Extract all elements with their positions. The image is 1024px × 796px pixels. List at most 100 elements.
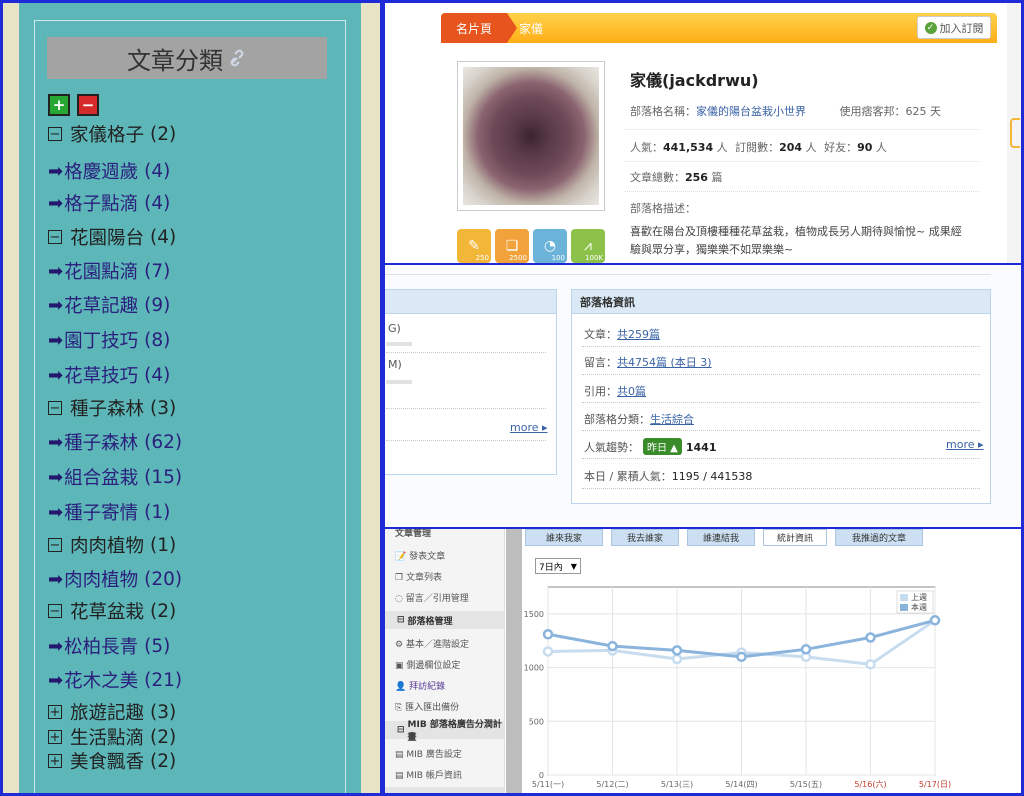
rss-badge-icon[interactable]: ◔ 100: [533, 229, 567, 263]
series-point: [865, 632, 876, 643]
category-item[interactable]: ➡ 花草記趣 (9): [48, 292, 170, 318]
category-group[interactable]: − 家儀格子 (2): [48, 121, 176, 147]
category-group[interactable]: + 生活點滴 (2): [48, 724, 176, 750]
category-label: 生活點滴: [70, 728, 145, 749]
category-link[interactable]: 生活綜合: [650, 413, 694, 426]
category-item[interactable]: ➡ 花木之美 (21): [48, 667, 182, 693]
popularity-badge-icon[interactable]: ⩘ 100K: [571, 229, 605, 263]
category-label: 旅遊記趣: [70, 703, 145, 724]
y-tick-label: 1000: [524, 664, 544, 673]
collapse-all-button[interactable]: −: [77, 94, 99, 116]
collapse-icon[interactable]: −: [48, 127, 62, 141]
comments-link[interactable]: 共4754篇 (本日 3): [617, 356, 712, 369]
legend-label: 上週: [911, 593, 927, 602]
category-group[interactable]: + 旅遊記趣 (3): [48, 699, 176, 725]
expand-icon[interactable]: +: [48, 730, 62, 744]
desc-label: 部落格描述：: [630, 202, 696, 215]
expand-icon[interactable]: +: [48, 754, 62, 768]
category-title-text: 文章分類: [127, 46, 223, 75]
series-point: [542, 646, 554, 657]
category-group[interactable]: − 花草盆栽 (2): [48, 598, 176, 624]
collapse-icon[interactable]: −: [48, 538, 62, 552]
y-tick-label: 500: [529, 717, 544, 726]
legend-swatch: [900, 594, 908, 601]
blog-info-more-link[interactable]: more ▸: [946, 438, 984, 451]
category-count: (1): [150, 534, 177, 556]
category-item[interactable]: ➡ 組合盆栽 (15): [48, 464, 182, 490]
category-group[interactable]: − 種子森林 (3): [48, 395, 176, 421]
blog-info-box: 部落格資訊 文章：共259篇 留言：共4754篇 (本日 3) 引用：共0篇 部…: [571, 289, 991, 504]
category-count: (8): [144, 329, 171, 351]
comment-badge-icon[interactable]: ❏ 2500: [495, 229, 529, 263]
collapse-icon[interactable]: −: [48, 230, 62, 244]
category-count: (20): [144, 568, 183, 590]
category-count: (3): [150, 397, 177, 419]
arrow-right-icon: ➡: [48, 501, 64, 523]
category-count: (4): [150, 226, 177, 248]
arrow-right-icon: ➡: [48, 669, 64, 691]
category-item[interactable]: ➡ 種子森林 (62): [48, 429, 182, 455]
left-more-link[interactable]: more ▸: [510, 421, 548, 434]
stats-chart: 0 500 1000 1500 5/11(一) 5/12(二) 5/13(三) 5/14(四)…: [524, 586, 951, 789]
admin-panel: 文章管理 📝 發表文章 ❐ 文章列表 ◌ 留言／引用管理 ⊟ 部落格管理 ⚙ 基…: [385, 529, 1021, 793]
blog-info-section: G) M) more ▸ 部落格資訊 文章：共259篇 留言：共4754篇 (本…: [385, 265, 1021, 527]
category-label: 家儀格子: [70, 125, 145, 146]
category-label: 種子森林: [70, 399, 145, 420]
y-tick-label: 0: [539, 771, 544, 780]
category-item[interactable]: ➡ 花草技巧 (4): [48, 362, 170, 388]
arrow-right-icon: ➡: [48, 192, 64, 214]
tab-user[interactable]: 家儀: [519, 13, 543, 43]
arrow-right-icon: ➡: [48, 160, 64, 182]
series-point: [800, 644, 812, 655]
category-label: 花園點滴: [64, 262, 139, 283]
category-item[interactable]: ➡ 園丁技巧 (8): [48, 327, 170, 353]
refs-link[interactable]: 共0篇: [617, 385, 646, 398]
left-row-m: M): [388, 358, 402, 371]
expand-all-button[interactable]: +: [48, 94, 70, 116]
category-count: (1): [144, 501, 171, 523]
arrow-right-icon: ➡: [48, 260, 64, 282]
category-label: 格子點滴: [64, 194, 139, 215]
category-label: 種子寄情: [64, 503, 139, 524]
link-icon: [230, 49, 244, 67]
avatar[interactable]: [457, 61, 605, 211]
profile-card: 名片頁 家儀 ✓ 加入訂閱 ✎ 250 ❏ 2500 ◔ 100 ⩘ 100K 家儀(j…: [385, 3, 1021, 263]
category-item[interactable]: ➡ 花園點滴 (7): [48, 258, 170, 284]
category-label: 花木之美: [64, 671, 139, 692]
category-label: 花草技巧: [64, 366, 139, 387]
collapse-icon[interactable]: −: [48, 604, 62, 618]
desc-line1: 喜歡在陽台及頂樓種種花草盆栽，植物成長另人期待與愉悅~ 成果經: [630, 225, 962, 238]
post-badge-icon[interactable]: ✎ 250: [457, 229, 491, 263]
category-item[interactable]: ➡ 肉肉植物 (20): [48, 566, 182, 592]
x-tick-label: 5/13(三): [661, 780, 693, 789]
blog-info-title: 部落格資訊: [572, 290, 990, 314]
collapse-icon[interactable]: −: [48, 401, 62, 415]
category-label: 花園陽台: [70, 228, 145, 249]
category-count: (5): [144, 635, 171, 657]
subscribe-button[interactable]: ✓ 加入訂閱: [917, 16, 991, 39]
series-point: [671, 653, 683, 665]
legend-label: 本週: [911, 602, 927, 612]
category-item[interactable]: ➡ 松柏長青 (5): [48, 633, 170, 659]
category-count: (4): [144, 364, 171, 386]
articles-link[interactable]: 共259篇: [617, 328, 660, 341]
category-group[interactable]: − 花園陽台 (4): [48, 224, 176, 250]
series-point: [671, 645, 683, 656]
left-info-box: G) M) more ▸: [385, 289, 557, 475]
category-item[interactable]: ➡ 格子點滴 (4): [48, 190, 170, 216]
expand-icon[interactable]: +: [48, 705, 62, 719]
category-item[interactable]: ➡ 種子寄情 (1): [48, 499, 170, 525]
desc-line2: 驗與眾分享，獨樂樂不如眾樂樂~: [630, 243, 794, 256]
category-label: 肉肉植物: [70, 536, 145, 557]
tab-card-page[interactable]: 名片頁: [441, 13, 517, 43]
category-count: (15): [144, 466, 183, 488]
legend-swatch: [900, 604, 908, 611]
category-count: (2): [150, 600, 177, 622]
arrow-right-icon: ➡: [48, 431, 64, 453]
category-group[interactable]: − 肉肉植物 (1): [48, 532, 176, 558]
category-count: (3): [150, 701, 177, 723]
category-group[interactable]: + 美食飄香 (2): [48, 748, 176, 774]
today-row: 本日 / 累積人氣：1195 / 441538: [584, 470, 753, 483]
blog-name-link[interactable]: 家儀的陽台盆栽小世界: [696, 105, 806, 118]
category-item[interactable]: ➡ 格慶週歲 (4): [48, 158, 170, 184]
